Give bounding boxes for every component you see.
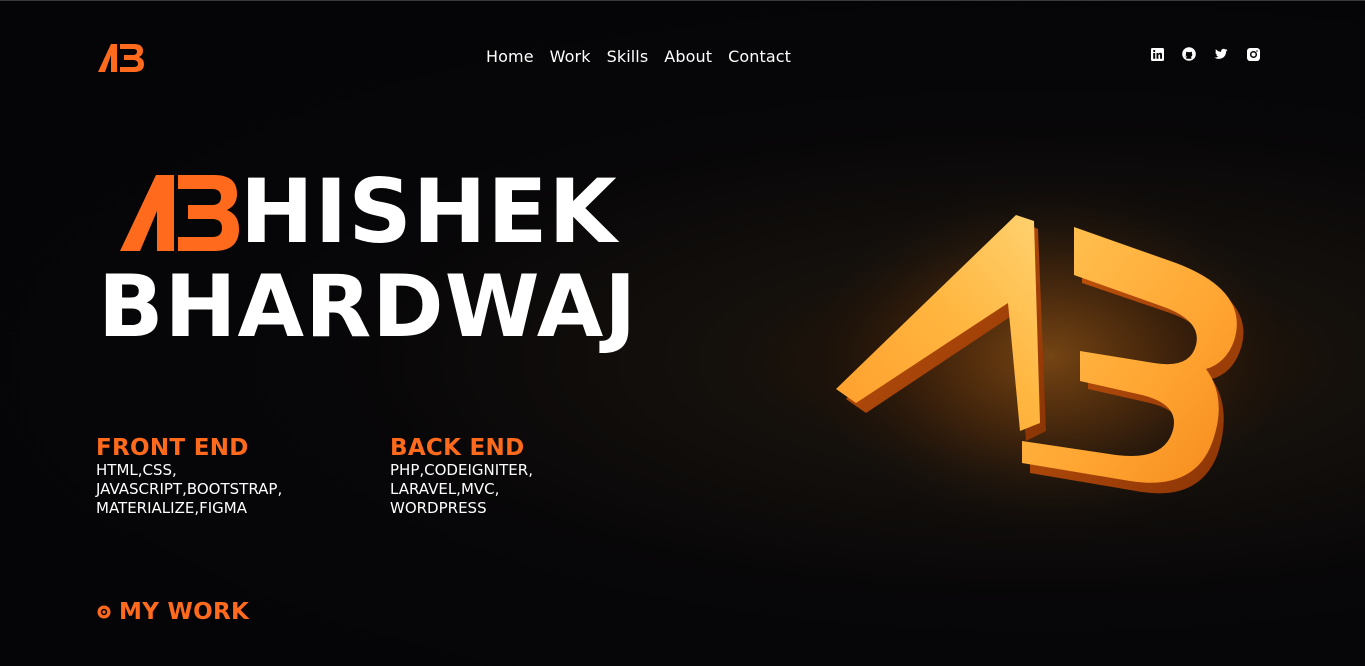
twitter-icon[interactable] xyxy=(1214,47,1228,61)
my-work-link[interactable]: MY WORK xyxy=(96,599,249,625)
ab-3d-logo-image xyxy=(820,191,1280,531)
nav-home[interactable]: Home xyxy=(486,47,534,66)
hero-name-line1: HISHEK xyxy=(118,167,618,257)
skills-back-title: BACK END xyxy=(390,435,525,461)
hero-name-line2: BHARDWAJ xyxy=(98,257,638,357)
my-work-label: MY WORK xyxy=(119,599,250,625)
nav-skills[interactable]: Skills xyxy=(607,47,649,66)
skills-back-line: PHP,CODEIGNITER, xyxy=(390,461,533,479)
github-icon[interactable] xyxy=(1182,47,1196,61)
instagram-icon[interactable] xyxy=(1246,47,1260,61)
nav-contact[interactable]: Contact xyxy=(728,47,791,66)
skills-front-line: JAVASCRIPT,BOOTSTRAP, xyxy=(96,480,283,498)
nav-about[interactable]: About xyxy=(664,47,712,66)
skills-back-line: LARAVEL,MVC, xyxy=(390,480,500,498)
skills-back-line: WORDPRESS xyxy=(390,499,487,517)
eye-icon xyxy=(97,605,111,619)
main-nav: Home Work Skills About Contact xyxy=(486,47,791,66)
skills-back-end: BACK END PHP,CODEIGNITER, LARAVEL,MVC, W… xyxy=(390,435,650,518)
brand-logo[interactable] xyxy=(96,41,146,73)
nav-work[interactable]: Work xyxy=(550,47,591,66)
skills-front-title: FRONT END xyxy=(96,435,249,461)
social-links xyxy=(1150,47,1260,61)
portfolio-page: Home Work Skills About Contact HISHEK BH… xyxy=(0,0,1365,666)
linkedin-icon[interactable] xyxy=(1150,47,1164,61)
skills-front-line: MATERIALIZE,FIGMA xyxy=(96,499,247,517)
hero-name-suffix: HISHEK xyxy=(240,160,618,263)
skills-front-end: FRONT END HTML,CSS, JAVASCRIPT,BOOTSTRAP… xyxy=(96,435,356,518)
skills-front-line: HTML,CSS, xyxy=(96,461,177,479)
ab-logo-mark xyxy=(120,175,239,251)
